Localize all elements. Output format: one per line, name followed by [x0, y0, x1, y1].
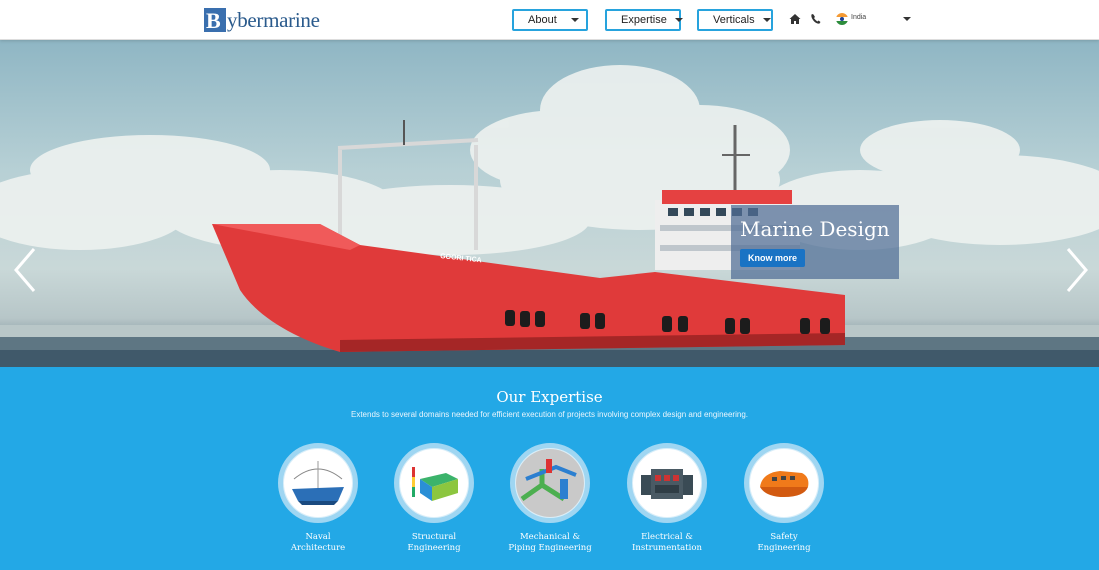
piping-icon: [516, 449, 584, 517]
expertise-item-mechanical-piping[interactable]: Mechanical & Piping Engineering: [490, 443, 610, 554]
hero-image: GOORI TICA: [0, 65, 1099, 367]
expertise-label-line2: Architecture: [290, 543, 346, 553]
expertise-circle: [394, 443, 474, 523]
slide-caption: Marine Design Know more: [731, 205, 899, 279]
india-flag-icon[interactable]: [836, 13, 848, 25]
expertise-label-line1: Mechanical &: [519, 532, 581, 542]
slider-prev-arrow-icon[interactable]: [12, 245, 42, 295]
expertise-label-line1: Safety: [770, 532, 798, 542]
logo-mark-icon: B: [204, 8, 226, 33]
expertise-section: Our Expertise Extends to several domains…: [0, 367, 1099, 570]
chevron-down-icon: [762, 18, 771, 22]
nav-about-dropdown[interactable]: About: [512, 9, 588, 31]
expertise-label: Naval Architecture: [258, 532, 378, 554]
nav-verticals-dropdown[interactable]: Verticals: [697, 9, 773, 31]
expertise-label: Mechanical & Piping Engineering: [490, 532, 610, 554]
home-icon[interactable]: [788, 12, 802, 26]
fem-model-icon: [400, 449, 468, 517]
expertise-label-line2: Piping Engineering: [508, 543, 592, 553]
know-more-button[interactable]: Know more: [740, 249, 806, 267]
slide-caption-title: Marine Design: [740, 217, 890, 241]
nav-verticals-label: Verticals: [713, 14, 755, 26]
lifeboat-icon: [750, 449, 818, 517]
expertise-label-line1: Structural: [411, 532, 457, 542]
expertise-label-line1: Naval: [305, 532, 331, 542]
expertise-label: Electrical & Instrumentation: [607, 532, 727, 554]
chevron-down-icon: [571, 18, 579, 22]
hero-slider: GOORI TICA Marine Design Know more: [0, 40, 1099, 367]
expertise-title: Our Expertise: [496, 388, 603, 406]
nav-expertise-label: Expertise: [621, 14, 667, 26]
ship-hull-icon: [284, 449, 352, 517]
country-chevron-down-icon[interactable]: [903, 17, 911, 21]
expertise-item-structural-engineering[interactable]: Structural Engineering: [374, 443, 494, 554]
expertise-subtitle: Extends to several domains needed for ef…: [351, 410, 748, 419]
expertise-label-line1: Electrical &: [641, 532, 693, 542]
nav-about-label: About: [528, 14, 557, 26]
expertise-circle: [510, 443, 590, 523]
slider-next-arrow-icon[interactable]: [1060, 245, 1090, 295]
site-header: B ybermarine About Expertise Verticals I…: [0, 0, 1099, 40]
logo-letter: B: [206, 8, 221, 32]
phone-icon[interactable]: [809, 12, 823, 26]
expertise-label-line2: Instrumentation: [632, 543, 702, 553]
logo[interactable]: B ybermarine: [204, 6, 320, 34]
expertise-label: Structural Engineering: [374, 532, 494, 554]
expertise-circle: [744, 443, 824, 523]
chevron-down-icon: [674, 18, 683, 22]
expertise-item-electrical-instrumentation[interactable]: Electrical & Instrumentation: [607, 443, 727, 554]
expertise-item-safety-engineering[interactable]: Safety Engineering: [724, 443, 844, 554]
logo-text: ybermarine: [227, 7, 320, 32]
expertise-label-line2: Engineering: [757, 543, 811, 553]
country-label[interactable]: India: [851, 14, 866, 21]
nav-expertise-dropdown[interactable]: Expertise: [605, 9, 683, 31]
expertise-circle: [627, 443, 707, 523]
electrical-panel-icon: [633, 449, 701, 517]
expertise-label-line2: Engineering: [407, 543, 461, 553]
expertise-circle: [278, 443, 358, 523]
expertise-item-naval-architecture[interactable]: Naval Architecture: [258, 443, 378, 554]
expertise-label: Safety Engineering: [724, 532, 844, 554]
